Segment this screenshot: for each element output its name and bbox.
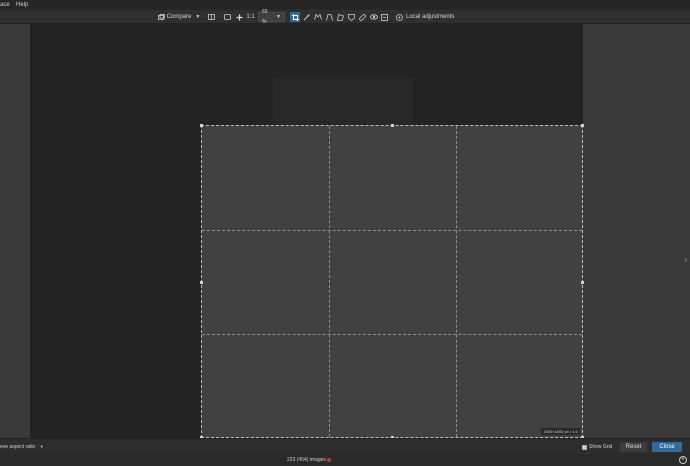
mask-tool-button[interactable] bbox=[347, 12, 356, 22]
chevron-down-icon: ▼ bbox=[195, 14, 201, 20]
split-view-icon bbox=[208, 14, 215, 20]
zoom-select[interactable]: 69 % ▼ bbox=[258, 9, 285, 25]
crop-size-label: 1000×1000 px • 1:1 bbox=[541, 428, 580, 435]
heal-tool-button[interactable] bbox=[358, 12, 367, 22]
reset-button[interactable]: Reset bbox=[620, 442, 647, 452]
fit-view-icon bbox=[224, 14, 231, 20]
grid-line-vertical bbox=[456, 126, 457, 437]
eye-icon bbox=[369, 14, 378, 20]
zoom-in-button[interactable] bbox=[235, 12, 243, 22]
grid-line-horizontal bbox=[202, 334, 582, 335]
chevron-down-icon: ▼ bbox=[39, 444, 44, 449]
crop-handle-top-left[interactable] bbox=[200, 124, 203, 127]
shape-tool-button[interactable] bbox=[336, 12, 345, 22]
levels-icon bbox=[381, 13, 388, 21]
local-adjustments-icon bbox=[396, 13, 403, 21]
crop-handle-top-right[interactable] bbox=[581, 124, 584, 127]
local-adjustments-label: Local adjustments bbox=[406, 14, 455, 20]
mask-icon bbox=[348, 13, 355, 21]
plus-icon bbox=[236, 14, 242, 20]
perspective-icon bbox=[314, 14, 322, 20]
aspect-ratio-label: eve aspect ratio bbox=[0, 444, 36, 450]
close-button[interactable]: Close bbox=[652, 442, 682, 452]
menu-bar: ace Help bbox=[0, 0, 690, 10]
show-grid-checkbox[interactable]: ✓ bbox=[582, 444, 587, 450]
chevron-right-icon[interactable]: › bbox=[685, 257, 687, 264]
grid-line-horizontal bbox=[202, 230, 582, 231]
local-adjustments-button[interactable]: Local adjustments bbox=[396, 12, 458, 22]
aspect-ratio-select[interactable]: eve aspect ratio ▼ bbox=[0, 442, 44, 452]
compare-icon bbox=[157, 14, 165, 20]
keystone-icon bbox=[326, 13, 333, 21]
straighten-tool-button[interactable] bbox=[302, 12, 311, 22]
keystone-tool-button[interactable] bbox=[325, 12, 334, 22]
perspective-tool-button[interactable] bbox=[313, 12, 323, 22]
add-icon[interactable]: + bbox=[679, 456, 687, 464]
compare-dropdown[interactable]: Compare ▼ bbox=[155, 12, 203, 22]
show-grid-label: Show Grid bbox=[589, 444, 613, 450]
one-to-one-button[interactable]: 1:1 bbox=[245, 12, 256, 22]
shape-icon bbox=[337, 13, 344, 21]
crop-frame[interactable]: 1000×1000 px • 1:1 bbox=[200, 124, 584, 439]
chevron-down-icon: ▼ bbox=[276, 14, 281, 20]
menu-item-workspace[interactable]: ace bbox=[0, 0, 10, 10]
status-indicator-icon bbox=[327, 458, 331, 462]
image-count: 223 (454) images bbox=[287, 457, 326, 463]
split-view-button[interactable] bbox=[207, 12, 216, 22]
crop-icon bbox=[291, 13, 299, 21]
levels-tool-button[interactable] bbox=[380, 12, 389, 22]
straighten-icon bbox=[303, 14, 310, 20]
compare-label: Compare bbox=[166, 14, 192, 20]
crop-handle-right[interactable] bbox=[581, 281, 584, 284]
redeye-tool-button[interactable] bbox=[369, 12, 378, 22]
toolbar: Compare ▼ 1:1 69 % ▼ Local adjustments bbox=[0, 9, 690, 25]
grid-line-vertical bbox=[329, 126, 330, 437]
fit-view-button[interactable] bbox=[223, 12, 232, 22]
crop-tool-button[interactable] bbox=[290, 12, 300, 22]
crop-handle-top[interactable] bbox=[391, 124, 394, 127]
bandage-icon bbox=[359, 13, 366, 21]
menu-item-help[interactable]: Help bbox=[16, 0, 28, 10]
show-grid-toggle[interactable]: ✓ Show Grid bbox=[582, 442, 612, 452]
status-bar: 223 (454) images + bbox=[0, 454, 690, 466]
crop-handle-left[interactable] bbox=[200, 281, 203, 284]
crop-options-bar: eve aspect ratio ▼ ✓ Show Grid Reset Clo… bbox=[0, 438, 690, 454]
